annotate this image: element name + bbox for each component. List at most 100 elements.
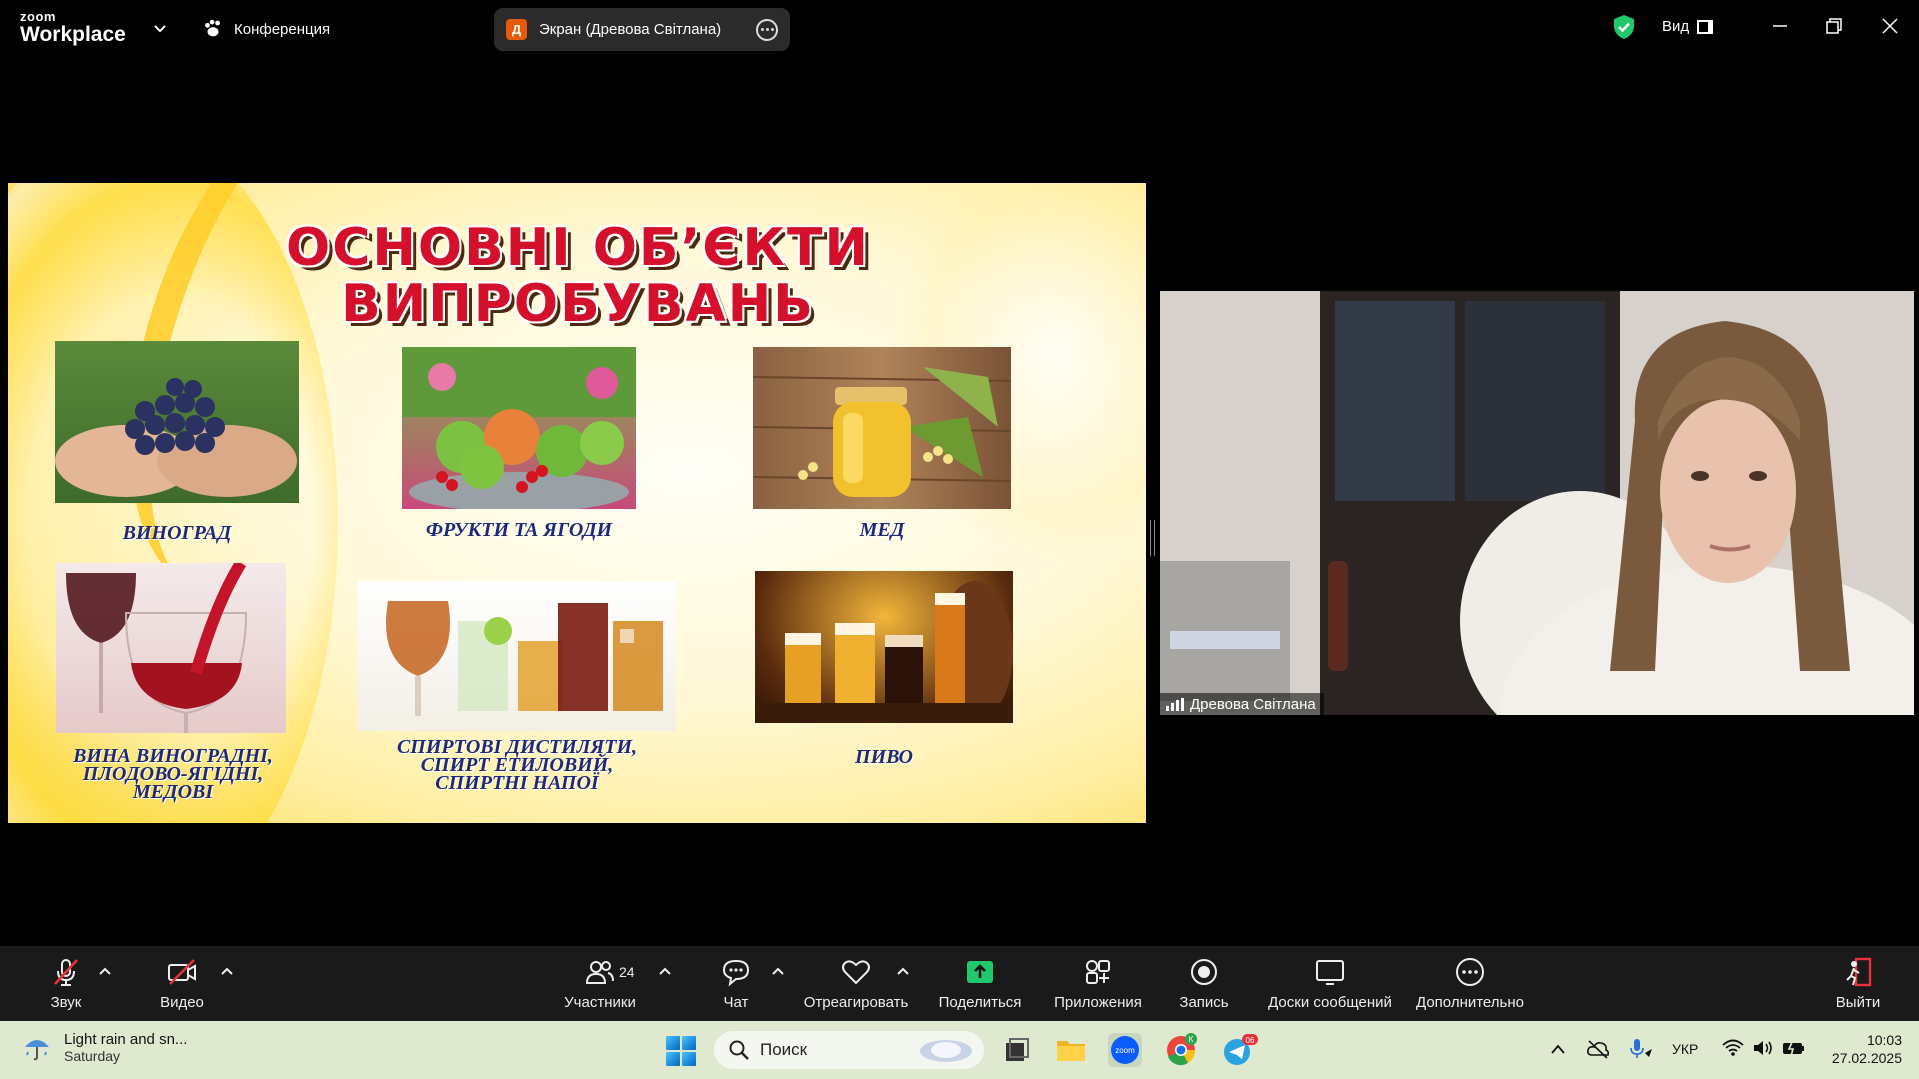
chevron-down-icon[interactable] bbox=[152, 20, 168, 36]
svg-text:zoom: zoom bbox=[1115, 1046, 1135, 1055]
fruits-berries-photo bbox=[402, 347, 636, 509]
apps-icon bbox=[1086, 960, 1110, 984]
taskbar-search[interactable]: Поиск bbox=[714, 1031, 984, 1069]
taskbar-clock[interactable]: 10:03 27.02.2025 bbox=[1822, 1031, 1902, 1067]
video-camera-off-icon bbox=[168, 959, 196, 985]
beer-photo bbox=[755, 571, 1013, 723]
caption-beer: ПИВО bbox=[855, 746, 913, 768]
record-label: Запись bbox=[1179, 994, 1229, 1011]
audio-options-caret-icon[interactable] bbox=[98, 966, 112, 976]
chat-icon bbox=[722, 959, 750, 987]
chat-button[interactable]: Чат bbox=[712, 956, 760, 1011]
meeting-toolbar: Звук Видео Участники 24 Чат Отреагироват… bbox=[0, 946, 1919, 1021]
microphone-in-use-icon[interactable] bbox=[1628, 1037, 1654, 1061]
react-options-caret-icon[interactable] bbox=[896, 966, 910, 976]
restore-icon[interactable] bbox=[1822, 14, 1846, 38]
input-language[interactable]: УКР bbox=[1672, 1041, 1698, 1057]
video-button[interactable]: Видео bbox=[156, 956, 208, 1011]
more-icon bbox=[1456, 958, 1484, 986]
sharer-avatar: Д bbox=[506, 19, 527, 40]
microphone-muted-icon bbox=[54, 959, 78, 986]
participants-options-caret-icon[interactable] bbox=[658, 966, 672, 976]
caption-grapes: ВИНОГРАД bbox=[122, 522, 232, 544]
panel-resize-handle[interactable] bbox=[1150, 520, 1155, 556]
participant-video[interactable] bbox=[1160, 291, 1914, 715]
wine-photo bbox=[56, 563, 286, 733]
grapes-photo bbox=[55, 341, 299, 503]
telegram-unread-badge: 06 bbox=[1246, 1036, 1255, 1045]
audio-button[interactable]: Звук bbox=[40, 956, 92, 1011]
view-label: Вид bbox=[1662, 18, 1690, 35]
weather-widget[interactable]: Light rain and sn... Saturday bbox=[22, 1031, 187, 1064]
zoom-workplace-logo[interactable]: zoom Workplace bbox=[20, 10, 126, 45]
share-screen-button[interactable]: Поделиться bbox=[936, 956, 1024, 1011]
participants-icon bbox=[585, 961, 614, 984]
title-bar: zoom Workplace Конференция Д Экран (Древ… bbox=[0, 0, 1919, 56]
spirits-photo bbox=[358, 581, 676, 731]
caption-wines-line-3: МЕДОВІ bbox=[132, 781, 214, 803]
leave-door-icon bbox=[1846, 957, 1872, 987]
chrome-icon[interactable]: K bbox=[1164, 1033, 1198, 1067]
clock-date: 27.02.2025 bbox=[1831, 1050, 1902, 1066]
more-options-icon[interactable] bbox=[756, 18, 778, 41]
search-icon bbox=[729, 1040, 749, 1060]
audio-label: Звук bbox=[50, 994, 82, 1011]
caption-fruits: ФРУКТИ ТА ЯГОДИ bbox=[425, 519, 613, 541]
whiteboards-button[interactable]: Доски сообщений bbox=[1262, 956, 1398, 1011]
task-view-icon[interactable] bbox=[1000, 1033, 1034, 1067]
caption-honey: МЕД bbox=[859, 519, 905, 541]
video-options-caret-icon[interactable] bbox=[220, 966, 234, 976]
encryption-shield-icon[interactable] bbox=[1612, 14, 1636, 40]
participant-name: Древова Світлана bbox=[1190, 695, 1316, 713]
participant-name-tag: Древова Світлана bbox=[1160, 693, 1324, 715]
telegram-icon[interactable]: 06 bbox=[1220, 1033, 1258, 1067]
tray-overflow-chevron-icon[interactable] bbox=[1550, 1043, 1566, 1055]
participants-label: Участники bbox=[564, 994, 636, 1011]
share-screen-label: Поделиться bbox=[938, 994, 1022, 1011]
view-menu[interactable]: Вид bbox=[1662, 18, 1714, 35]
weather-day: Saturday bbox=[64, 1048, 121, 1064]
weather-summary: Light rain and sn... bbox=[64, 1031, 188, 1048]
leave-label: Выйти bbox=[1835, 994, 1881, 1011]
wifi-icon[interactable] bbox=[1722, 1039, 1744, 1057]
honey-photo bbox=[753, 347, 1011, 509]
leave-button[interactable]: Выйти bbox=[1832, 956, 1884, 1011]
onedrive-offline-icon[interactable] bbox=[1586, 1039, 1610, 1059]
screen-share-indicator[interactable]: Д Экран (Древова Світлана) bbox=[494, 8, 790, 51]
zoom-app-icon[interactable]: zoom bbox=[1108, 1033, 1142, 1067]
heart-icon bbox=[842, 960, 870, 985]
chat-options-caret-icon[interactable] bbox=[771, 966, 785, 976]
windows-start-icon[interactable] bbox=[666, 1036, 696, 1066]
brand-bottom-text: Workplace bbox=[20, 23, 126, 46]
file-explorer-icon[interactable] bbox=[1054, 1033, 1088, 1067]
search-placeholder: Поиск bbox=[760, 1040, 808, 1059]
slide-title-line-1: ОСНОВНІ ОБ’ЄКТИ bbox=[286, 218, 870, 278]
apps-button[interactable]: Приложения bbox=[1050, 956, 1146, 1011]
caption-spirits: СПИРТОВІ ДИСТИЛЯТИ, СПИРТ ЕТИЛОВИЙ, СПИР… bbox=[358, 737, 676, 794]
slide-title-line-2: ВИПРОБУВАНЬ bbox=[341, 274, 815, 334]
search-highlight-icon bbox=[920, 1040, 972, 1062]
react-button[interactable]: Отреагировать bbox=[800, 956, 912, 1011]
apps-label: Приложения bbox=[1054, 994, 1142, 1011]
participants-count: 24 bbox=[619, 964, 635, 980]
umbrella-rain-icon bbox=[25, 1039, 49, 1060]
screen-share-label: Экран (Древова Світлана) bbox=[539, 21, 722, 38]
share-screen-icon bbox=[967, 961, 993, 983]
chat-label: Чат bbox=[723, 994, 749, 1011]
record-button[interactable]: Запись bbox=[1176, 956, 1232, 1011]
shared-presentation-slide: ОСНОВНІ ОБ’ЄКТИ ВИПРОБУВАНЬ ВИНОГРАД ФРУ… bbox=[8, 183, 1146, 823]
minimize-icon[interactable] bbox=[1768, 14, 1792, 38]
more-button[interactable]: Дополнительно bbox=[1412, 956, 1528, 1011]
layout-icon bbox=[1697, 19, 1714, 34]
conference-label: Конференция bbox=[234, 20, 331, 38]
caption-spirits-line-3: СПИРТНІ НАПОЇ bbox=[435, 772, 599, 794]
paw-icon bbox=[205, 19, 220, 37]
signal-strength-icon bbox=[1166, 697, 1184, 711]
battery-charging-icon[interactable] bbox=[1782, 1039, 1806, 1057]
more-label: Дополнительно bbox=[1416, 994, 1524, 1011]
caption-wines: ВИНА ВИНОГРАДНІ, ПЛОДОВО-ЯГІДНІ, МЕДОВІ bbox=[28, 746, 318, 803]
conference-menu[interactable]: Конференция bbox=[202, 18, 330, 40]
volume-icon[interactable] bbox=[1752, 1039, 1774, 1057]
close-icon[interactable] bbox=[1878, 14, 1902, 38]
chrome-profile-badge: K bbox=[1188, 1035, 1194, 1044]
